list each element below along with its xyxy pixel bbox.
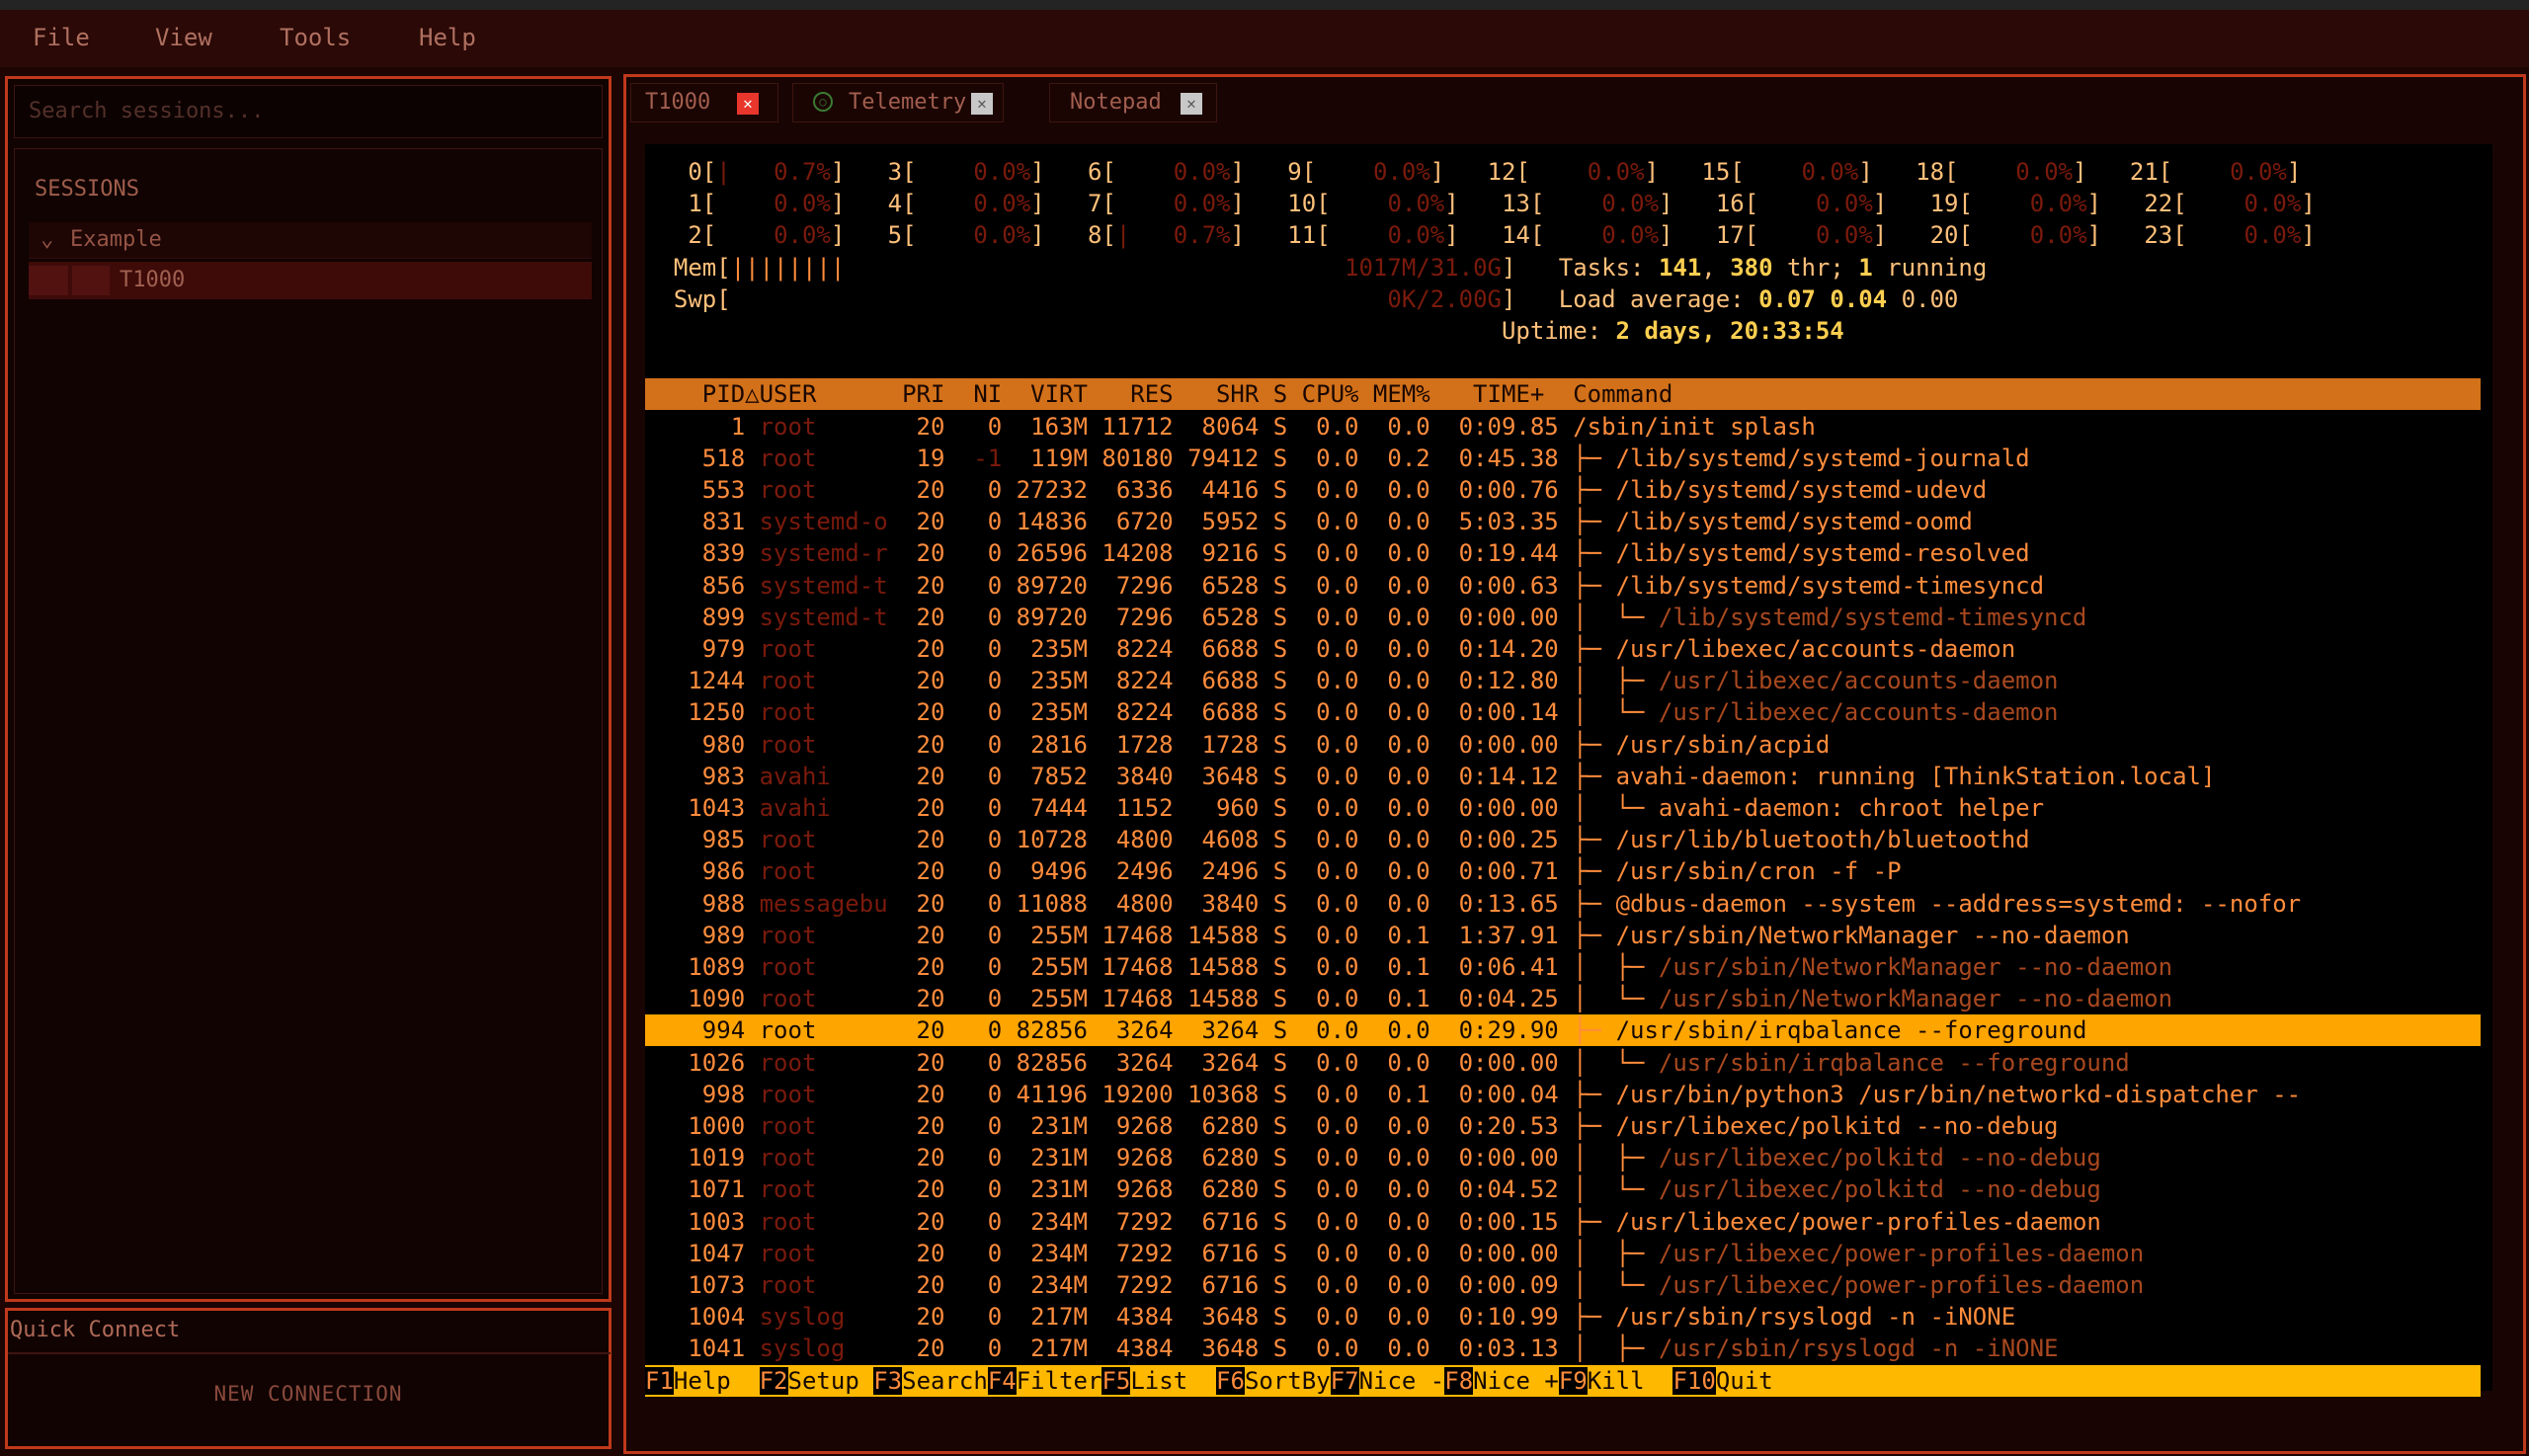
- quick-connect-panel: Quick Connect NEW CONNECTION: [5, 1308, 612, 1449]
- globe-icon: ○: [813, 92, 833, 112]
- tab-label: Notepad: [1070, 90, 1162, 115]
- fkey-f2: F2: [759, 1366, 788, 1395]
- menu-file[interactable]: File: [33, 24, 90, 51]
- main-terminal-panel: T1000 ✕ ○ Telemetry ✕ Notepad ✕ 0[| 0.7%…: [623, 74, 2526, 1454]
- fkey-f5: F5: [1101, 1366, 1131, 1395]
- process-row: 1000 root 20 0 231M 9268 6280 S 0.0 0.0 …: [645, 1112, 2059, 1140]
- close-icon[interactable]: ✕: [737, 93, 759, 115]
- fkey-f9: F9: [1558, 1366, 1588, 1395]
- process-row: 1090 root 20 0 255M 17468 14588 S 0.0 0.…: [645, 985, 2173, 1013]
- fkey-f4: F4: [987, 1366, 1017, 1395]
- process-row: 518 root 19 -1 119M 80180 79412 S 0.0 0.…: [645, 444, 2030, 472]
- tab-label: Telemetry: [849, 90, 967, 115]
- terminal-icon: [72, 266, 110, 295]
- uptime-row: Uptime: 2 days, 20:33:54: [1501, 317, 1844, 345]
- menu-tools[interactable]: Tools: [280, 24, 351, 51]
- menu-help[interactable]: Help: [419, 24, 476, 51]
- session-status-icon: [29, 266, 68, 295]
- process-row: 831 systemd-o 20 0 14836 6720 5952 S 0.0…: [645, 508, 1973, 536]
- process-row: 985 root 20 0 10728 4800 4608 S 0.0 0.0 …: [645, 826, 2030, 854]
- close-icon[interactable]: ✕: [971, 93, 993, 115]
- tab-telemetry[interactable]: ○ Telemetry ✕: [792, 83, 1004, 122]
- fkey-f7: F7: [1330, 1366, 1359, 1395]
- process-row: 1071 root 20 0 231M 9268 6280 S 0.0 0.0 …: [645, 1175, 2101, 1204]
- search-sessions-input[interactable]: Search sessions...: [14, 85, 603, 138]
- process-row: 989 root 20 0 255M 17468 14588 S 0.0 0.1…: [645, 921, 2130, 949]
- htop-terminal[interactable]: 0[| 0.7%] 3[ 0.0%] 6[ 0.0%] 9[ 0.0%] 12[…: [645, 144, 2492, 1397]
- fkey-f6: F6: [1216, 1366, 1245, 1395]
- process-row: 1041 syslog 20 0 217M 4384 3648 S 0.0 0.…: [645, 1335, 2059, 1363]
- process-row: 1 root 20 0 163M 11712 8064 S 0.0 0.0 0:…: [645, 412, 1816, 441]
- fkey-f10: F10: [1672, 1366, 1716, 1395]
- process-row: 1047 root 20 0 234M 7292 6716 S 0.0 0.0 …: [645, 1239, 2145, 1267]
- quick-connect-title: Quick Connect: [8, 1311, 611, 1354]
- process-row-selected: 994 root 20 0 82856 3264 3264 S 0.0 0.0 …: [645, 1014, 2481, 1047]
- process-row: 1003 root 20 0 234M 7292 6716 S 0.0 0.0 …: [645, 1207, 2101, 1236]
- process-row: 983 avahi 20 0 7852 3840 3648 S 0.0 0.0 …: [645, 762, 2216, 790]
- process-row: 1073 root 20 0 234M 7292 6716 S 0.0 0.0 …: [645, 1271, 2145, 1299]
- close-icon[interactable]: ✕: [1181, 93, 1202, 115]
- memory-tasks-row: Mem[|||||||| 1017M/31.0G] Tasks: 141, 38…: [673, 253, 1988, 282]
- swap-load-row: Swp[ 0K/2.00G] Load average: 0.07 0.04 0…: [673, 284, 1959, 313]
- tab-t1000[interactable]: T1000 ✕: [630, 83, 778, 122]
- process-row: 1026 root 20 0 82856 3264 3264 S 0.0 0.0…: [645, 1048, 2130, 1077]
- cpu-meter-row: 0[| 0.7%] 3[ 0.0%] 6[ 0.0%] 9[ 0.0%] 12[…: [688, 158, 2302, 186]
- process-row: 1089 root 20 0 255M 17468 14588 S 0.0 0.…: [645, 953, 2173, 981]
- fkey-f8: F8: [1444, 1366, 1474, 1395]
- process-row: 899 systemd-t 20 0 89720 7296 6528 S 0.0…: [645, 603, 2087, 631]
- folder-label: Example: [70, 227, 162, 252]
- new-connection-button[interactable]: NEW CONNECTION: [8, 1382, 609, 1406]
- session-sidebar: Search sessions... SESSIONS ⌄ Example T1…: [5, 76, 612, 1302]
- process-row: 1043 avahi 20 0 7444 1152 960 S 0.0 0.0 …: [645, 794, 2045, 822]
- process-row: 553 root 20 0 27232 6336 4416 S 0.0 0.0 …: [645, 476, 1988, 504]
- sessions-heading: SESSIONS: [35, 177, 139, 202]
- menu-bar: File View Tools Help: [0, 10, 2529, 67]
- fkey-f1: F1: [645, 1366, 674, 1395]
- chevron-down-icon: ⌄: [41, 227, 54, 252]
- process-table-header: PID△USER PRI NI VIRT RES SHR S CPU% MEM%…: [645, 378, 2481, 411]
- menu-view[interactable]: View: [155, 24, 212, 51]
- process-row: 1004 syslog 20 0 217M 4384 3648 S 0.0 0.…: [645, 1303, 2016, 1332]
- window-top-strip: [0, 0, 2529, 10]
- process-row: 986 root 20 0 9496 2496 2496 S 0.0 0.0 0…: [645, 857, 1902, 886]
- process-row: 979 root 20 0 235M 8224 6688 S 0.0 0.0 0…: [645, 635, 2016, 663]
- session-item-t1000[interactable]: T1000: [29, 262, 592, 299]
- function-key-bar[interactable]: F1Help F2Setup F3SearchF4FilterF5List F6…: [645, 1364, 2481, 1397]
- process-row: 988 messagebu 20 0 11088 4800 3840 S 0.0…: [645, 889, 2302, 918]
- process-row: 1250 root 20 0 235M 8224 6688 S 0.0 0.0 …: [645, 698, 2059, 727]
- cpu-meter-row: 2[ 0.0%] 5[ 0.0%] 8[| 0.7%] 11[ 0.0%] 14…: [688, 221, 2316, 250]
- process-row: 980 root 20 0 2816 1728 1728 S 0.0 0.0 0…: [645, 730, 1831, 759]
- process-row: 1244 root 20 0 235M 8224 6688 S 0.0 0.0 …: [645, 667, 2059, 695]
- fkey-f3: F3: [873, 1366, 903, 1395]
- session-folder-example[interactable]: ⌄ Example: [29, 222, 592, 259]
- sessions-panel: SESSIONS ⌄ Example T1000: [14, 148, 603, 1294]
- process-row: 856 systemd-t 20 0 89720 7296 6528 S 0.0…: [645, 571, 2045, 600]
- tab-label: T1000: [645, 90, 711, 115]
- cpu-meter-row: 1[ 0.0%] 4[ 0.0%] 7[ 0.0%] 10[ 0.0%] 13[…: [688, 190, 2316, 218]
- process-row: 839 systemd-r 20 0 26596 14208 9216 S 0.…: [645, 539, 2030, 568]
- process-row: 1019 root 20 0 231M 9268 6280 S 0.0 0.0 …: [645, 1144, 2101, 1173]
- tab-notepad[interactable]: Notepad ✕: [1049, 83, 1217, 122]
- process-row: 998 root 20 0 41196 19200 10368 S 0.0 0.…: [645, 1080, 2302, 1108]
- session-label: T1000: [120, 268, 186, 292]
